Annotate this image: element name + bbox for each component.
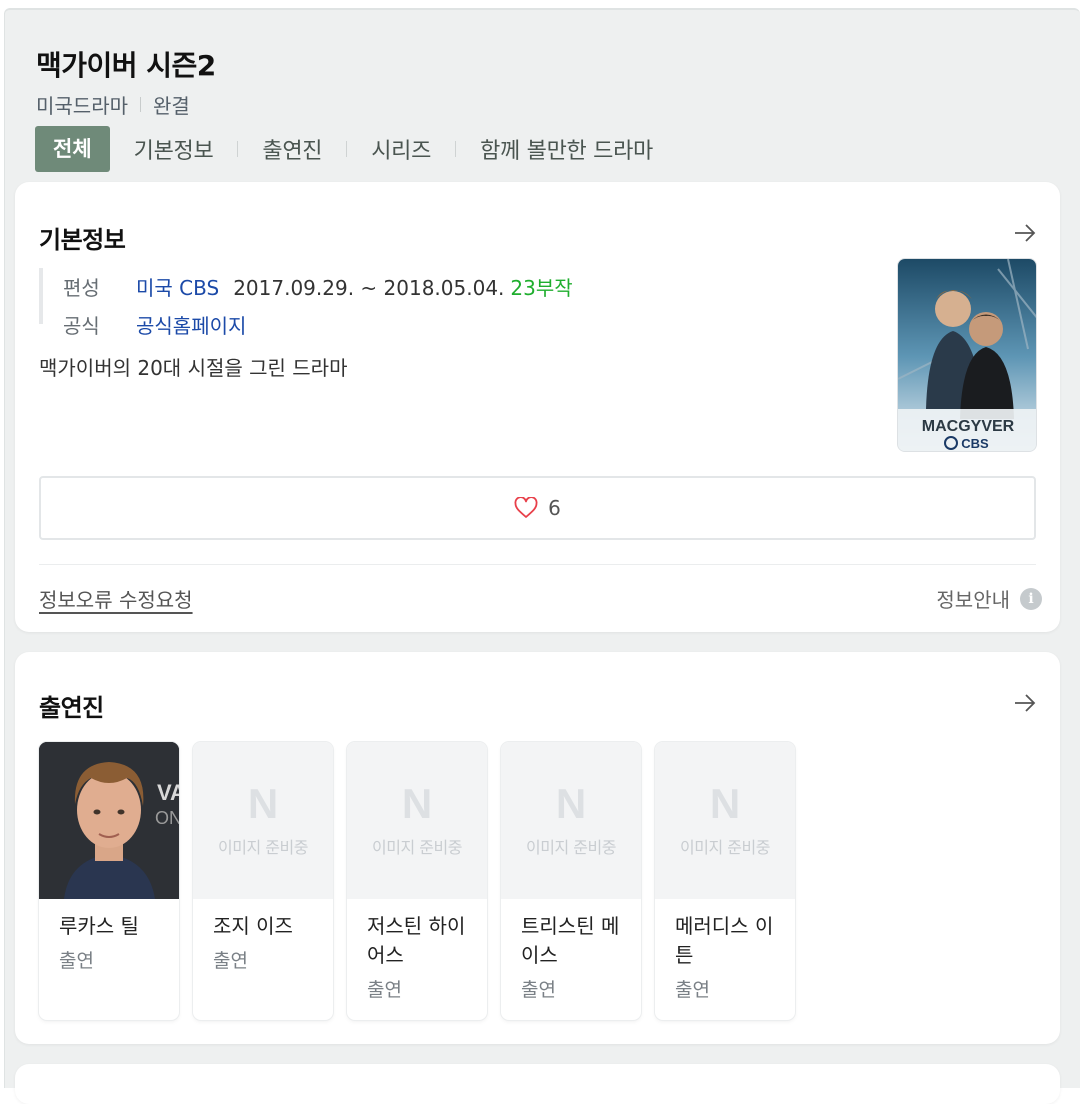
cast-title: 출연진 [39,694,104,722]
heart-icon [514,497,538,518]
official-homepage-link[interactable]: 공식홈페이지 [136,310,246,339]
naver-logo-icon: N [709,780,741,827]
episode-count-link[interactable]: 23부작 [510,272,572,301]
info-icon: i [1020,587,1042,610]
cast-photo-placeholder: N 이미지 준비중 [347,742,487,899]
info-guide-label: 정보안내 [936,588,1010,612]
cast-name: 트리스틴 메이스 [521,914,620,967]
genre-link[interactable]: 미국드라마 [36,90,128,119]
cast-item[interactable]: N 이미지 준비중 조지 이즈 출연 [193,742,333,1020]
divider [39,564,1036,565]
next-section-card [15,1064,1060,1104]
cast-name: 루카스 틸 [59,914,139,938]
tab-recommended[interactable]: 함께 볼만한 드라마 [480,133,653,165]
cast-item[interactable]: N 이미지 준비중 메러디스 이튼 출연 [655,742,795,1020]
like-count: 6 [548,496,561,520]
tab-divider [237,141,239,157]
tab-divider [455,141,457,157]
channel-link[interactable]: 미국 CBS [136,272,219,301]
cast-name: 조지 이즈 [213,914,293,938]
description: 맥가이버의 20대 시절을 그린 드라마 [39,356,348,380]
official-label: 공식 [63,314,100,338]
svg-text:ON: ON [155,808,179,828]
status-text: 완결 [153,94,190,118]
cast-photo: VA ON [39,742,179,899]
broadcast-label: 편성 [63,276,100,300]
poster-image[interactable]: MACGYVER CBS [897,258,1037,452]
poster-art: MACGYVER CBS [898,259,1036,451]
tab-series[interactable]: 시리즈 [371,133,431,165]
cast-role: 출연 [675,979,710,1001]
info-bar [39,268,43,324]
broadcast-period: 2017.09.29. ~ 2018.05.04. [233,276,505,300]
cast-photo-placeholder: N 이미지 준비중 [193,742,333,899]
placeholder-text: 이미지 준비중 [372,838,462,857]
placeholder-text: 이미지 준비중 [680,838,770,857]
info-guide[interactable]: 정보안내 i [936,584,1042,613]
tab-all[interactable]: 전체 [35,126,110,172]
divider [140,97,141,112]
like-button[interactable]: 6 [39,476,1036,540]
cast-role: 출연 [59,950,94,972]
tab-basic-info[interactable]: 기본정보 [134,133,214,165]
cast-item[interactable]: N 이미지 준비중 트리스틴 메이스 출연 [501,742,641,1020]
poster-network: CBS [961,436,989,451]
arrow-right-icon[interactable] [1012,690,1038,716]
arrow-right-icon[interactable] [1012,220,1038,246]
naver-logo-icon: N [401,780,433,827]
tab-cast[interactable]: 출연진 [262,133,322,165]
cast-photo-placeholder: N 이미지 준비중 [655,742,795,899]
placeholder-text: 이미지 준비중 [218,838,308,857]
meta-line: 미국드라마 완결 [36,90,190,119]
official-row: 공식 공식홈페이지 [63,310,246,339]
cast-name: 메러디스 이튼 [675,914,774,967]
cast-role: 출연 [213,950,248,972]
cast-list: VA ON 루카스 틸 출연 N 이미지 준비중 조지 이즈 출연 N 이미지 … [39,742,795,1020]
basic-info-card: 기본정보 편성 미국 CBS 2017.09.29. ~ 2018.05.04.… [15,182,1060,632]
cast-role: 출연 [521,979,556,1001]
cast-item[interactable]: N 이미지 준비중 저스틴 하이어스 출연 [347,742,487,1020]
svg-text:VA: VA [157,780,179,805]
tab-bar: 전체 기본정보 출연진 시리즈 함께 볼만한 드라마 [35,126,653,172]
broadcast-row: 편성 미국 CBS 2017.09.29. ~ 2018.05.04. 23부작 [63,272,573,301]
basic-info-title: 기본정보 [39,226,126,254]
cast-photo-placeholder: N 이미지 준비중 [501,742,641,899]
placeholder-text: 이미지 준비중 [526,838,616,857]
actor-photo: VA ON [39,742,179,899]
cast-item[interactable]: VA ON 루카스 틸 출연 [39,742,179,1020]
poster-title: MACGYVER [922,418,1015,435]
naver-logo-icon: N [247,780,279,827]
tab-divider [346,141,348,157]
cast-card: 출연진 VA ON 루카스 틸 출연 N 이미지 준비중 조지 이즈 출연 N … [15,652,1060,1044]
cast-role: 출연 [367,979,402,1001]
page-title: 맥가이버 시즌2 [36,49,216,82]
naver-logo-icon: N [555,780,587,827]
report-error-link[interactable]: 정보오류 수정요청 [39,584,193,613]
cast-name: 저스틴 하이어스 [367,914,466,967]
